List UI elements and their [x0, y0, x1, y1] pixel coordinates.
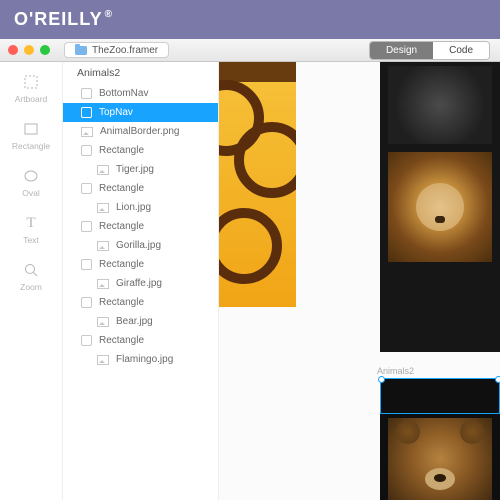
- window-titlebar: TheZoo.framer Design Code: [0, 39, 500, 62]
- image-layer-icon: [97, 203, 109, 213]
- topnav-layer: [219, 62, 296, 82]
- traffic-lights: [8, 45, 50, 55]
- zoom-window-button[interactable]: [40, 45, 50, 55]
- layer-animalborder-png[interactable]: AnimalBorder.png: [63, 122, 218, 141]
- artboard-tool[interactable]: Artboard: [0, 74, 62, 104]
- layer-rectangle[interactable]: Rectangle: [63, 217, 218, 236]
- artboard-label[interactable]: Animals2: [377, 366, 414, 376]
- file-title-pill[interactable]: TheZoo.framer: [64, 42, 169, 58]
- bear-image: [388, 418, 492, 500]
- layer-label: Rectangle: [99, 335, 144, 346]
- tool-label: Text: [23, 235, 39, 245]
- rect-layer-icon: [81, 335, 92, 346]
- layer-label: Rectangle: [99, 259, 144, 270]
- rect-layer-icon: [81, 259, 92, 270]
- image-layer-icon: [97, 355, 109, 365]
- layer-label: Rectangle: [99, 297, 144, 308]
- layer-gorilla-jpg[interactable]: Gorilla.jpg: [63, 236, 218, 255]
- image-layer-icon: [81, 127, 93, 137]
- folder-icon: [75, 46, 87, 55]
- layer-label: Flamingo.jpg: [116, 354, 173, 365]
- layer-rectangle[interactable]: Rectangle: [63, 293, 218, 312]
- layer-label: Gorilla.jpg: [116, 240, 161, 251]
- layer-topnav[interactable]: TopNav: [63, 103, 218, 122]
- rect-layer-icon: [81, 107, 92, 118]
- layer-label: AnimalBorder.png: [100, 126, 180, 137]
- rectangle-tool[interactable]: Rectangle: [0, 121, 62, 151]
- layer-label: Lion.jpg: [116, 202, 151, 213]
- rectangle-icon: [23, 121, 39, 137]
- layer-rectangle[interactable]: Rectangle: [63, 331, 218, 350]
- zoom-icon: [23, 262, 39, 278]
- mode-segmented-control: Design Code: [369, 41, 490, 60]
- layers-panel: Animals2 BottomNav TopNav AnimalBorder.png…: [63, 62, 219, 500]
- image-layer-icon: [97, 279, 109, 289]
- layer-flamingo-jpg[interactable]: Flamingo.jpg: [63, 350, 218, 369]
- canvas[interactable]: Animals2: [219, 62, 500, 500]
- image-layer-icon: [97, 241, 109, 251]
- file-name: TheZoo.framer: [92, 45, 158, 56]
- layer-bear-jpg[interactable]: Bear.jpg: [63, 312, 218, 331]
- workspace: Artboard Rectangle Oval T Text Zoom Anim…: [0, 62, 500, 500]
- tool-rail: Artboard Rectangle Oval T Text Zoom: [0, 62, 63, 500]
- layer-lion-jpg[interactable]: Lion.jpg: [63, 198, 218, 217]
- gorilla-image: [388, 66, 492, 144]
- text-icon: T: [23, 215, 39, 231]
- layer-label: Giraffe.jpg: [116, 278, 162, 289]
- close-window-button[interactable]: [8, 45, 18, 55]
- minimize-window-button[interactable]: [24, 45, 34, 55]
- artboard-animalborder[interactable]: [219, 62, 296, 307]
- zoom-tool[interactable]: Zoom: [0, 262, 62, 292]
- layer-label: Rectangle: [99, 221, 144, 232]
- layer-tiger-jpg[interactable]: Tiger.jpg: [63, 160, 218, 179]
- resize-handle-tr[interactable]: [495, 376, 500, 383]
- layer-label: Tiger.jpg: [116, 164, 154, 175]
- layer-label: BottomNav: [99, 88, 148, 99]
- image-layer-icon: [97, 317, 109, 327]
- layer-label: Rectangle: [99, 145, 144, 156]
- layer-label: Bear.jpg: [116, 316, 153, 327]
- layer-rectangle[interactable]: Rectangle: [63, 141, 218, 160]
- rect-layer-icon: [81, 145, 92, 156]
- layer-label: Rectangle: [99, 183, 144, 194]
- tool-label: Artboard: [15, 94, 48, 104]
- artboard-animals2[interactable]: [380, 378, 500, 500]
- text-tool[interactable]: T Text: [0, 215, 62, 245]
- layer-rectangle[interactable]: Rectangle: [63, 255, 218, 274]
- tool-label: Oval: [22, 188, 39, 198]
- preview-strip: [380, 62, 500, 352]
- brand-logo: O'REILLY®: [14, 9, 113, 30]
- selection-outline[interactable]: [380, 378, 500, 414]
- rect-layer-icon: [81, 221, 92, 232]
- layer-giraffe-jpg[interactable]: Giraffe.jpg: [63, 274, 218, 293]
- tool-label: Rectangle: [12, 141, 50, 151]
- resize-handle-tl[interactable]: [378, 376, 385, 383]
- artboard-icon: [23, 74, 39, 90]
- image-layer-icon: [97, 165, 109, 175]
- layer-root[interactable]: Animals2: [63, 62, 218, 84]
- oval-tool[interactable]: Oval: [0, 168, 62, 198]
- lion-image: [388, 152, 492, 262]
- rect-layer-icon: [81, 297, 92, 308]
- rect-layer-icon: [81, 183, 92, 194]
- layer-list: BottomNav TopNav AnimalBorder.png Rectangle…: [63, 84, 218, 369]
- oval-icon: [23, 168, 39, 184]
- tool-label: Zoom: [20, 282, 42, 292]
- layer-bottomnav[interactable]: BottomNav: [63, 84, 218, 103]
- rect-layer-icon: [81, 88, 92, 99]
- layer-rectangle[interactable]: Rectangle: [63, 179, 218, 198]
- brand-bar: O'REILLY®: [0, 0, 500, 39]
- tab-code[interactable]: Code: [433, 42, 489, 59]
- tab-design[interactable]: Design: [370, 42, 433, 59]
- layer-label: TopNav: [99, 107, 133, 118]
